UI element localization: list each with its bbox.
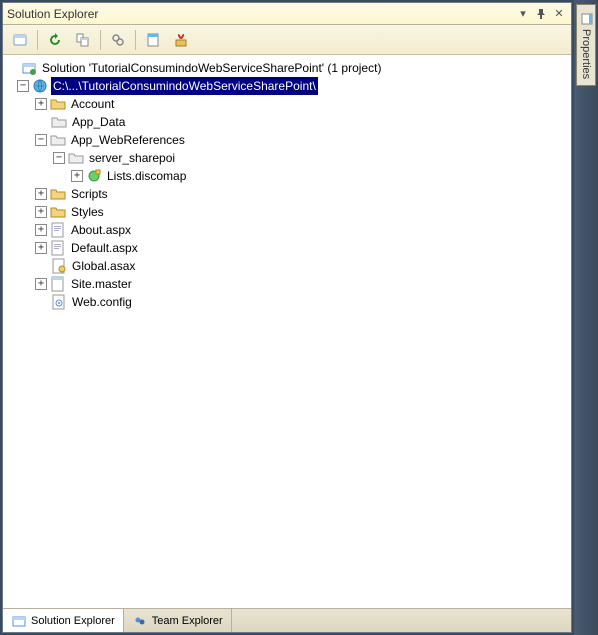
tree-item-discomap[interactable]: + Lists.discomap (5, 167, 569, 185)
solution-explorer-icon (11, 613, 27, 629)
expand-icon[interactable]: + (35, 206, 47, 218)
node-label: Global.asax (70, 257, 137, 275)
right-dock: Properties (574, 0, 598, 635)
window-title: Solution Explorer (7, 7, 515, 21)
home-icon (12, 32, 28, 48)
project-node[interactable]: − C:\...\TutorialConsumindoWebServiceSha… (5, 77, 569, 95)
tab-team-explorer[interactable]: Team Explorer (124, 609, 232, 632)
node-label: server_sharepoi (87, 149, 177, 167)
expand-icon[interactable]: + (35, 242, 47, 254)
node-label: Site.master (69, 275, 134, 293)
node-label: Lists.discomap (105, 167, 188, 185)
showall-icon (110, 32, 126, 48)
toolbar-nest-button[interactable] (70, 28, 96, 52)
master-icon (50, 276, 66, 292)
properties-label: Properties (580, 29, 592, 79)
tree-item-styles[interactable]: + Styles (5, 203, 569, 221)
refresh-icon (47, 32, 63, 48)
collapse-icon[interactable]: − (17, 80, 29, 92)
tree-item-scripts[interactable]: + Scripts (5, 185, 569, 203)
expand-icon[interactable]: + (35, 188, 47, 200)
toolbar (3, 25, 571, 55)
team-explorer-icon (132, 613, 148, 629)
folder-icon (51, 114, 67, 130)
tree-item-server[interactable]: − server_sharepoi (5, 149, 569, 167)
tab-label: Solution Explorer (31, 615, 115, 627)
code-icon (173, 32, 189, 48)
dropdown-button[interactable]: ▾ (515, 6, 531, 22)
expand-icon[interactable]: + (35, 98, 47, 110)
tree-item-appdata[interactable]: App_Data (5, 113, 569, 131)
node-label: Account (69, 95, 116, 113)
node-label: App_Data (70, 113, 127, 131)
node-label: Styles (69, 203, 106, 221)
close-button[interactable]: ✕ (551, 6, 567, 22)
tree-item-account[interactable]: + Account (5, 95, 569, 113)
toolbar-separator (135, 30, 136, 50)
expand-icon[interactable]: + (35, 224, 47, 236)
toolbar-separator (100, 30, 101, 50)
folder-icon (50, 186, 66, 202)
folder-icon (50, 204, 66, 220)
properties-icon (145, 32, 161, 48)
node-label: Web.config (70, 293, 134, 311)
pin-icon (536, 9, 546, 19)
toolbar-properties-button[interactable] (140, 28, 166, 52)
tree-item-webconfig[interactable]: Web.config (5, 293, 569, 311)
toolbar-home-button[interactable] (7, 28, 33, 52)
tree-item-default[interactable]: + Default.aspx (5, 239, 569, 257)
tree-item-global[interactable]: Global.asax (5, 257, 569, 275)
title-bar: Solution Explorer ▾ ✕ (3, 3, 571, 25)
properties-icon (579, 11, 593, 25)
node-label: Default.aspx (69, 239, 140, 257)
solution-node[interactable]: Solution 'TutorialConsumindoWebServiceSh… (5, 59, 569, 77)
folder-icon (50, 96, 66, 112)
solution-explorer-panel: Solution Explorer ▾ ✕ (2, 2, 572, 633)
pin-button[interactable] (533, 6, 549, 22)
node-label: Scripts (69, 185, 110, 203)
tree-view[interactable]: Solution 'TutorialConsumindoWebServiceSh… (3, 55, 571, 608)
bottom-tab-strip: Solution Explorer Team Explorer (3, 608, 571, 632)
project-label: C:\...\TutorialConsumindoWebServiceShare… (51, 77, 318, 95)
aspx-icon (50, 240, 66, 256)
folder-icon (50, 132, 66, 148)
collapse-icon[interactable]: − (53, 152, 65, 164)
discomap-icon (86, 168, 102, 184)
tree-item-sitemaster[interactable]: + Site.master (5, 275, 569, 293)
tree-item-webrefs[interactable]: − App_WebReferences (5, 131, 569, 149)
tab-label: Team Explorer (152, 615, 223, 627)
node-label: About.aspx (69, 221, 133, 239)
solution-label: Solution 'TutorialConsumindoWebServiceSh… (40, 59, 383, 77)
folder-icon (68, 150, 84, 166)
properties-tab[interactable]: Properties (576, 4, 596, 86)
config-icon (51, 294, 67, 310)
solution-icon (21, 60, 37, 76)
node-label: App_WebReferences (69, 131, 187, 149)
expand-icon[interactable]: + (71, 170, 83, 182)
toolbar-code-button[interactable] (168, 28, 194, 52)
expand-icon[interactable]: + (35, 278, 47, 290)
project-icon (32, 78, 48, 94)
nest-icon (75, 32, 91, 48)
collapse-icon[interactable]: − (35, 134, 47, 146)
toolbar-refresh-button[interactable] (42, 28, 68, 52)
tree-item-about[interactable]: + About.aspx (5, 221, 569, 239)
toolbar-separator (37, 30, 38, 50)
asax-icon (51, 258, 67, 274)
aspx-icon (50, 222, 66, 238)
toolbar-showall-button[interactable] (105, 28, 131, 52)
tab-solution-explorer[interactable]: Solution Explorer (3, 609, 124, 632)
window-buttons: ▾ ✕ (515, 6, 567, 22)
